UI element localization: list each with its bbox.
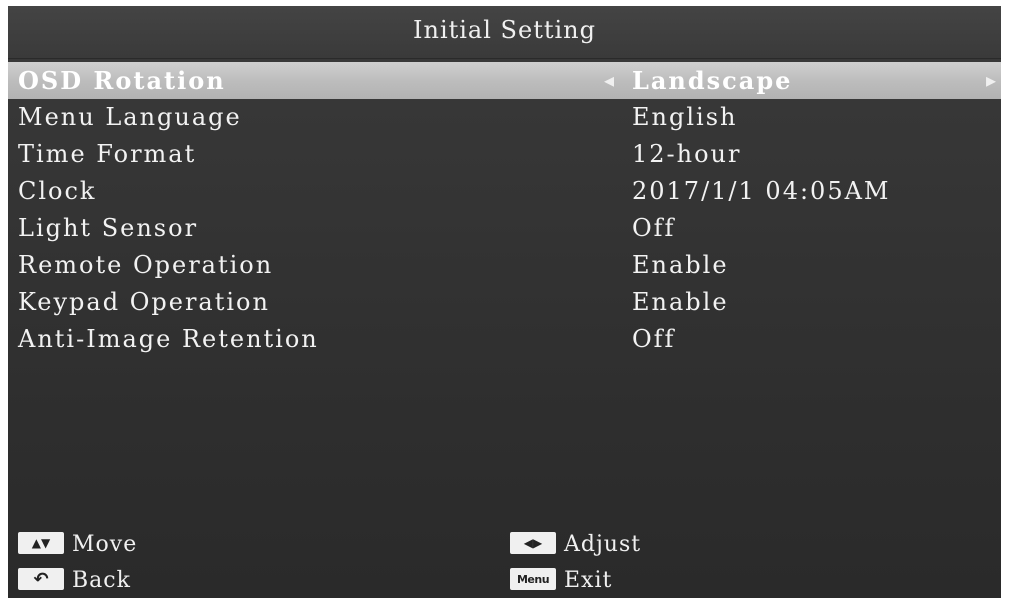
left-right-arrows-icon: ◀▶ [510, 532, 556, 554]
menu-item-value: Enable [632, 288, 729, 316]
hint-move-label: Move [72, 532, 138, 557]
menu-item-label: OSD Rotation [18, 66, 226, 95]
settings-menu: OSD Rotation ◂ Landscape ▸ Menu Language… [8, 62, 1001, 358]
arrow-left-icon[interactable]: ◂ [604, 68, 614, 92]
menu-item-label: Menu Language [18, 103, 242, 131]
title-bar: Initial Setting [8, 6, 1001, 59]
key-hints: ▲▼ Move ↶ Back ◀▶ Adjust Menu Exit [8, 528, 1001, 598]
menu-item-value: 12-hour [632, 140, 742, 168]
menu-item-value: 2017/1/1 04:05AM [632, 177, 891, 205]
hint-back-label: Back [72, 568, 131, 593]
menu-item-menu-language[interactable]: Menu Language English [8, 99, 1001, 136]
menu-item-light-sensor[interactable]: Light Sensor Off [8, 210, 1001, 247]
back-arrow-icon: ↶ [18, 568, 64, 590]
arrow-right-icon[interactable]: ▸ [986, 68, 996, 92]
menu-item-label: Light Sensor [18, 214, 199, 242]
menu-item-value: Enable [632, 251, 729, 279]
osd-screen: Initial Setting OSD Rotation ◂ Landscape… [8, 6, 1001, 598]
menu-item-value: Landscape [632, 66, 793, 95]
menu-item-label: Time Format [18, 140, 197, 168]
menu-item-label: Remote Operation [18, 251, 274, 279]
menu-item-label: Clock [18, 177, 97, 205]
menu-item-value: Off [632, 325, 676, 353]
menu-item-label: Keypad Operation [18, 288, 270, 316]
menu-item-keypad-operation[interactable]: Keypad Operation Enable [8, 284, 1001, 321]
menu-item-value: Off [632, 214, 676, 242]
menu-key-icon: Menu [510, 568, 556, 590]
menu-item-osd-rotation[interactable]: OSD Rotation ◂ Landscape ▸ [8, 62, 1001, 99]
hint-exit-label: Exit [564, 568, 613, 593]
up-down-arrows-icon: ▲▼ [18, 532, 64, 554]
menu-item-label: Anti-Image Retention [18, 325, 319, 353]
hint-adjust-label: Adjust [564, 532, 642, 557]
menu-item-anti-image-retention[interactable]: Anti-Image Retention Off [8, 321, 1001, 358]
menu-item-value: English [632, 103, 738, 131]
menu-item-time-format[interactable]: Time Format 12-hour [8, 136, 1001, 173]
menu-item-remote-operation[interactable]: Remote Operation Enable [8, 247, 1001, 284]
menu-item-clock[interactable]: Clock 2017/1/1 04:05AM [8, 173, 1001, 210]
page-title: Initial Setting [413, 16, 596, 44]
